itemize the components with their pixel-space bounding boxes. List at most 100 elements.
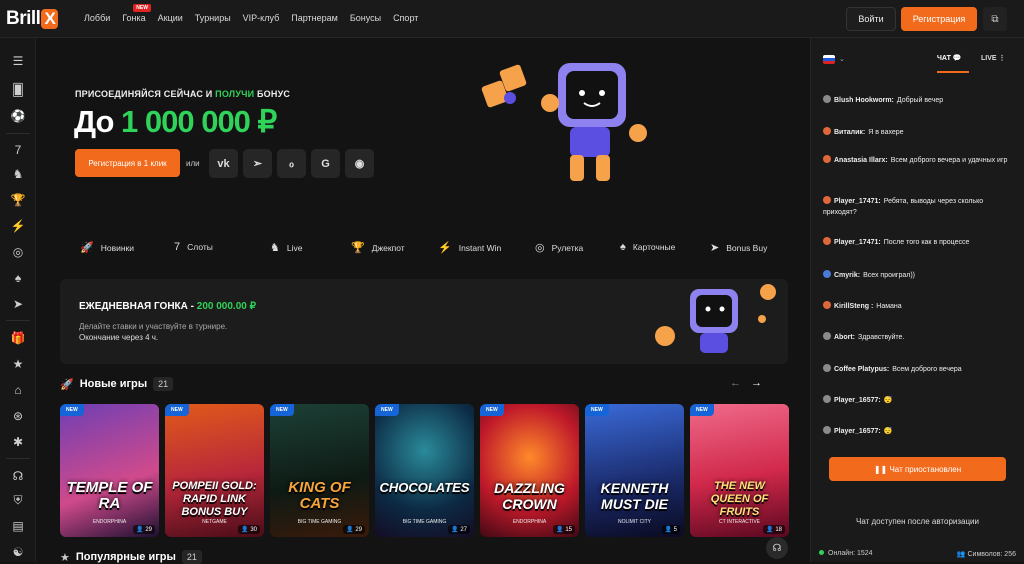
game-card[interactable]: NEW Kenneth Must Die NOLIMIT CITY 👤 5	[585, 404, 684, 537]
category-roulette[interactable]: ◎ Рулетка	[535, 241, 583, 254]
category-instant-win[interactable]: ⚡ Instant Win	[438, 241, 501, 254]
divider	[6, 458, 30, 459]
game-card[interactable]: NEW Dazzling Crown ENDORPHINA 👤 15	[480, 404, 579, 537]
category-bar: 🚀 Новинки 7 Слоты ♞ Live 🏆 Джекпот ⚡ Instant …	[60, 228, 788, 264]
tab-live-label: LIVE	[981, 55, 997, 62]
category-card-games[interactable]: ♠ Карточные	[620, 241, 675, 253]
menu-icon[interactable]: ☰	[8, 51, 28, 71]
document-icon[interactable]: ▤	[8, 516, 28, 536]
game-title: The New Queen of Fruits	[710, 480, 769, 518]
bonus-buy-icon[interactable]: ➤	[8, 294, 28, 314]
game-title: Pompeii Gold: Rapid Link Bonus Buy	[172, 480, 257, 518]
arrow-left-icon[interactable]: ←	[730, 377, 741, 389]
shield-icon[interactable]: ⛨	[8, 490, 28, 510]
nav-item-bonuses[interactable]: Бонусы	[350, 13, 381, 23]
avatar	[823, 237, 831, 245]
new-badge: NEW	[270, 404, 294, 416]
soccer-ball-icon[interactable]: ⚽	[8, 106, 28, 126]
steam-icon[interactable]: ◉	[345, 149, 374, 178]
game-card[interactable]: NEW King of Cats BIG TIME GAMING 👤 29	[270, 404, 369, 537]
category-new[interactable]: 🚀 Новинки	[80, 241, 134, 254]
support-icon[interactable]: ☊	[8, 466, 28, 486]
avatar	[823, 127, 831, 135]
hero-banner: ПРИСОЕДИНЯЙСЯ СЕЙЧАС И ПОЛУЧИ БОНУС До 1…	[60, 48, 788, 218]
category-label: Джекпот	[371, 242, 405, 253]
game-card[interactable]: NEW Chocolates BIG TIME GAMING 👤 27	[375, 404, 474, 537]
gift-box-icon[interactable]: ⌂	[8, 380, 28, 400]
category-jackpot[interactable]: 🏆 Джекпот	[351, 241, 405, 254]
players-count: 👤 29	[133, 525, 155, 534]
vk-icon[interactable]: vk	[209, 149, 238, 178]
category-label: Instant Win	[458, 242, 502, 253]
collapse-chat-button[interactable]: ⧉	[983, 7, 1007, 31]
arrow-right-icon[interactable]: →	[751, 377, 762, 389]
chat-username[interactable]: Cmyrik:	[834, 272, 860, 279]
hero-sub-b: ПОЛУЧИ	[215, 89, 255, 99]
logo[interactable]: Brill X	[6, 8, 59, 30]
chat-username[interactable]: Player_17471:	[834, 198, 881, 205]
card-games-icon[interactable]: ♠	[8, 268, 28, 288]
category-label: Карточные	[632, 242, 676, 252]
game-card[interactable]: NEW Pompeii Gold: Rapid Link Bonus Buy N…	[165, 404, 264, 537]
chat-username[interactable]: Abort:	[834, 334, 855, 341]
category-slots[interactable]: 7 Слоты	[174, 241, 213, 253]
tab-live[interactable]: LIVE ⋮	[981, 54, 1006, 62]
nav-item-race[interactable]: NEW Гонка	[122, 4, 151, 23]
avatar	[823, 395, 831, 403]
referral-icon[interactable]: ✱	[8, 432, 28, 452]
trophy-icon[interactable]: 🏆	[8, 190, 28, 210]
language-selector[interactable]: ⌄	[823, 51, 855, 67]
online-text: Онлайн: 1524	[828, 550, 873, 557]
category-label: Слоты	[187, 242, 213, 252]
telegram-icon[interactable]: ➢	[243, 149, 272, 178]
chat-username[interactable]: Виталик:	[834, 129, 865, 136]
game-card[interactable]: NEW Temple of Ra ENDORPHINA 👤 29	[60, 404, 159, 537]
login-button[interactable]: Войти	[846, 7, 896, 31]
chat-message: Coffee Platypus: Всем доброго вечера	[823, 364, 1013, 375]
rocket-icon: 🚀	[80, 242, 94, 254]
slots-icon[interactable]: 7	[8, 140, 28, 160]
cards-icon[interactable]: 🂠	[8, 80, 28, 100]
nav-item-vip[interactable]: VIP-клуб	[243, 13, 280, 23]
avatar	[823, 155, 831, 163]
nav-item-sport[interactable]: Спорт	[393, 13, 418, 23]
nav-item-partners[interactable]: Партнерам	[291, 13, 338, 23]
chars-text: Символов: 256	[967, 551, 1016, 558]
daily-race-banner[interactable]: ЕЖЕДНЕВНАЯ ГОНКА - 200 000.00 ₽ Делайте …	[60, 279, 788, 364]
nav-item-promos[interactable]: Акции	[158, 13, 183, 23]
category-bonus-buy[interactable]: ➤ Bonus Buy	[710, 241, 767, 254]
instant-win-icon[interactable]: ⚡	[8, 216, 28, 236]
tab-chat[interactable]: ЧАТ 💬	[937, 54, 962, 62]
chat-text: После того как в процессе	[883, 239, 970, 246]
chat-username[interactable]: Player_16577:	[834, 397, 881, 404]
roulette-icon[interactable]: ◎	[8, 242, 28, 262]
race-prize: 200 000.00 ₽	[196, 301, 256, 312]
game-title: Kenneth Must Die	[600, 480, 669, 512]
rocket-icon: 🚀	[60, 378, 74, 391]
nav-item-lobby[interactable]: Лобби	[84, 13, 110, 23]
chat-username[interactable]: Blush Hookworm:	[834, 97, 894, 104]
nav-item-tournaments[interactable]: Турниры	[195, 13, 231, 23]
chat-paused-button[interactable]: ❚❚ Чат приостановлен	[829, 457, 1006, 481]
chat-username[interactable]: Player_16577:	[834, 428, 881, 435]
avatar	[823, 95, 831, 103]
category-live[interactable]: ♞ Live	[270, 241, 302, 254]
gift-icon[interactable]: 🎁	[8, 328, 28, 348]
live-icon[interactable]: ♞	[8, 164, 28, 184]
register-button[interactable]: Регистрация	[901, 7, 977, 31]
chat-username[interactable]: KirillSteng :	[834, 303, 873, 310]
wheel-icon[interactable]: ⊛	[8, 406, 28, 426]
one-click-register-button[interactable]: Регистрация в 1 клик	[75, 149, 180, 177]
game-card[interactable]: NEW The New Queen of Fruits CT INTERACTI…	[690, 404, 789, 537]
chat-username[interactable]: Anastasia Illarx:	[834, 157, 888, 164]
apps-icon[interactable]: ☯	[8, 542, 28, 562]
star-icon[interactable]: ★	[8, 354, 28, 374]
chat-message: Player_16577: 😴	[823, 426, 1013, 437]
new-badge: NEW	[480, 404, 504, 416]
chat-username[interactable]: Coffee Platypus:	[834, 366, 889, 373]
support-chat-button[interactable]: ☊	[766, 537, 788, 559]
chat-username[interactable]: Player_17471:	[834, 239, 881, 246]
google-icon[interactable]: G	[311, 149, 340, 178]
roulette-icon: ◎	[535, 242, 545, 254]
odnoklassniki-icon[interactable]: ℴ	[277, 149, 306, 178]
